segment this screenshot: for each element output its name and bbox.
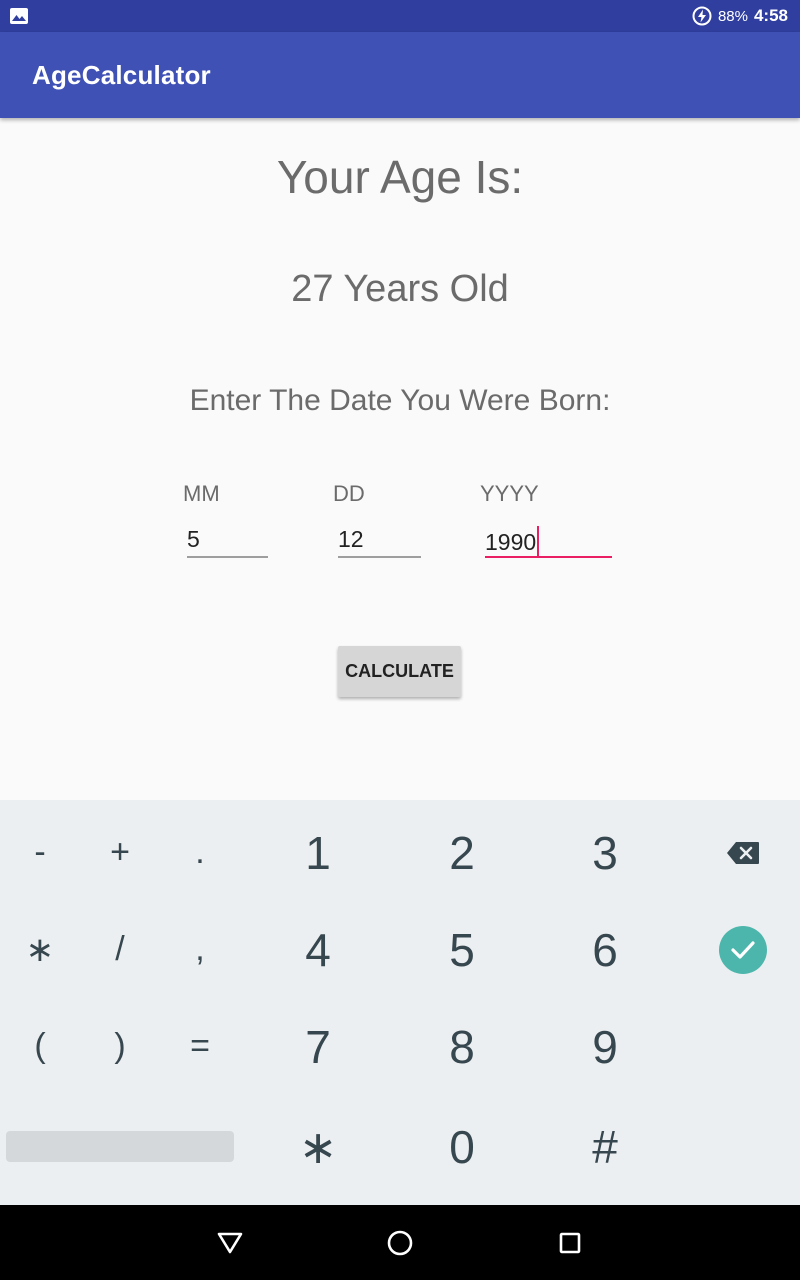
year-label: YYYY	[480, 481, 539, 506]
back-button[interactable]	[210, 1223, 250, 1263]
key-equals[interactable]: =	[160, 998, 240, 1095]
numeric-keyboard: - + . 1 2 3 ∗ / , 4 5 6 ( ) = 7 8 9 ∗ 0 …	[0, 800, 800, 1205]
key-hash[interactable]: #	[535, 1098, 675, 1195]
backspace-key[interactable]	[703, 804, 783, 901]
image-icon	[10, 8, 28, 24]
done-check-icon	[731, 940, 755, 959]
calculate-button[interactable]: CALCULATE	[338, 646, 461, 697]
done-button	[719, 925, 767, 974]
app-bar: AgeCalculator	[0, 32, 800, 118]
home-button[interactable]	[380, 1223, 420, 1263]
key-plus[interactable]: +	[80, 804, 160, 901]
month-value: 5	[187, 526, 200, 552]
year-value-wrap: 1990	[485, 526, 540, 556]
age-result: 27 Years Old	[291, 268, 509, 310]
year-input[interactable]: 1990	[485, 522, 612, 558]
home-icon	[387, 1230, 413, 1256]
clock: 4:58	[753, 6, 788, 25]
key-2[interactable]: 2	[392, 804, 532, 901]
status-bar: 88% 4:58	[0, 0, 800, 32]
key-9[interactable]: 9	[535, 998, 675, 1095]
day-value: 12	[338, 526, 364, 552]
battery-percent: 88%	[717, 7, 748, 25]
age-heading: Your Age Is:	[276, 151, 524, 203]
battery-charging-icon	[692, 6, 712, 26]
key-1[interactable]: 1	[248, 804, 388, 901]
month-input[interactable]: 5	[187, 522, 268, 558]
recents-icon	[559, 1232, 581, 1254]
text-cursor	[537, 526, 540, 556]
year-value: 1990	[485, 529, 537, 555]
backspace-icon	[727, 841, 759, 864]
recents-button[interactable]	[550, 1223, 590, 1263]
day-label: DD	[333, 481, 365, 506]
key-4[interactable]: 4	[248, 901, 388, 998]
key-0[interactable]: 0	[392, 1098, 532, 1195]
app-title: AgeCalculator	[32, 60, 211, 90]
back-icon	[217, 1232, 243, 1254]
day-input[interactable]: 12	[338, 522, 421, 558]
done-key[interactable]	[703, 901, 783, 998]
month-underline	[187, 556, 268, 558]
key-3[interactable]: 3	[535, 804, 675, 901]
key-5[interactable]: 5	[392, 901, 532, 998]
key-comma[interactable]: ,	[160, 901, 240, 998]
space-bar[interactable]	[6, 1131, 234, 1162]
key-star[interactable]: ∗	[248, 1098, 388, 1195]
key-6[interactable]: 6	[535, 901, 675, 998]
navigation-bar	[0, 1205, 800, 1280]
key-7[interactable]: 7	[248, 998, 388, 1095]
month-label: MM	[183, 481, 220, 506]
day-underline	[338, 556, 421, 558]
key-8[interactable]: 8	[392, 998, 532, 1095]
key-period[interactable]: .	[160, 804, 240, 901]
key-close-paren[interactable]: )	[80, 998, 160, 1095]
key-slash[interactable]: /	[80, 901, 160, 998]
key-open-paren[interactable]: (	[0, 998, 80, 1095]
year-underline	[485, 556, 612, 558]
key-minus[interactable]: -	[0, 804, 80, 901]
birthdate-prompt: Enter The Date You Were Born:	[189, 384, 611, 417]
key-asterisk[interactable]: ∗	[0, 901, 80, 998]
